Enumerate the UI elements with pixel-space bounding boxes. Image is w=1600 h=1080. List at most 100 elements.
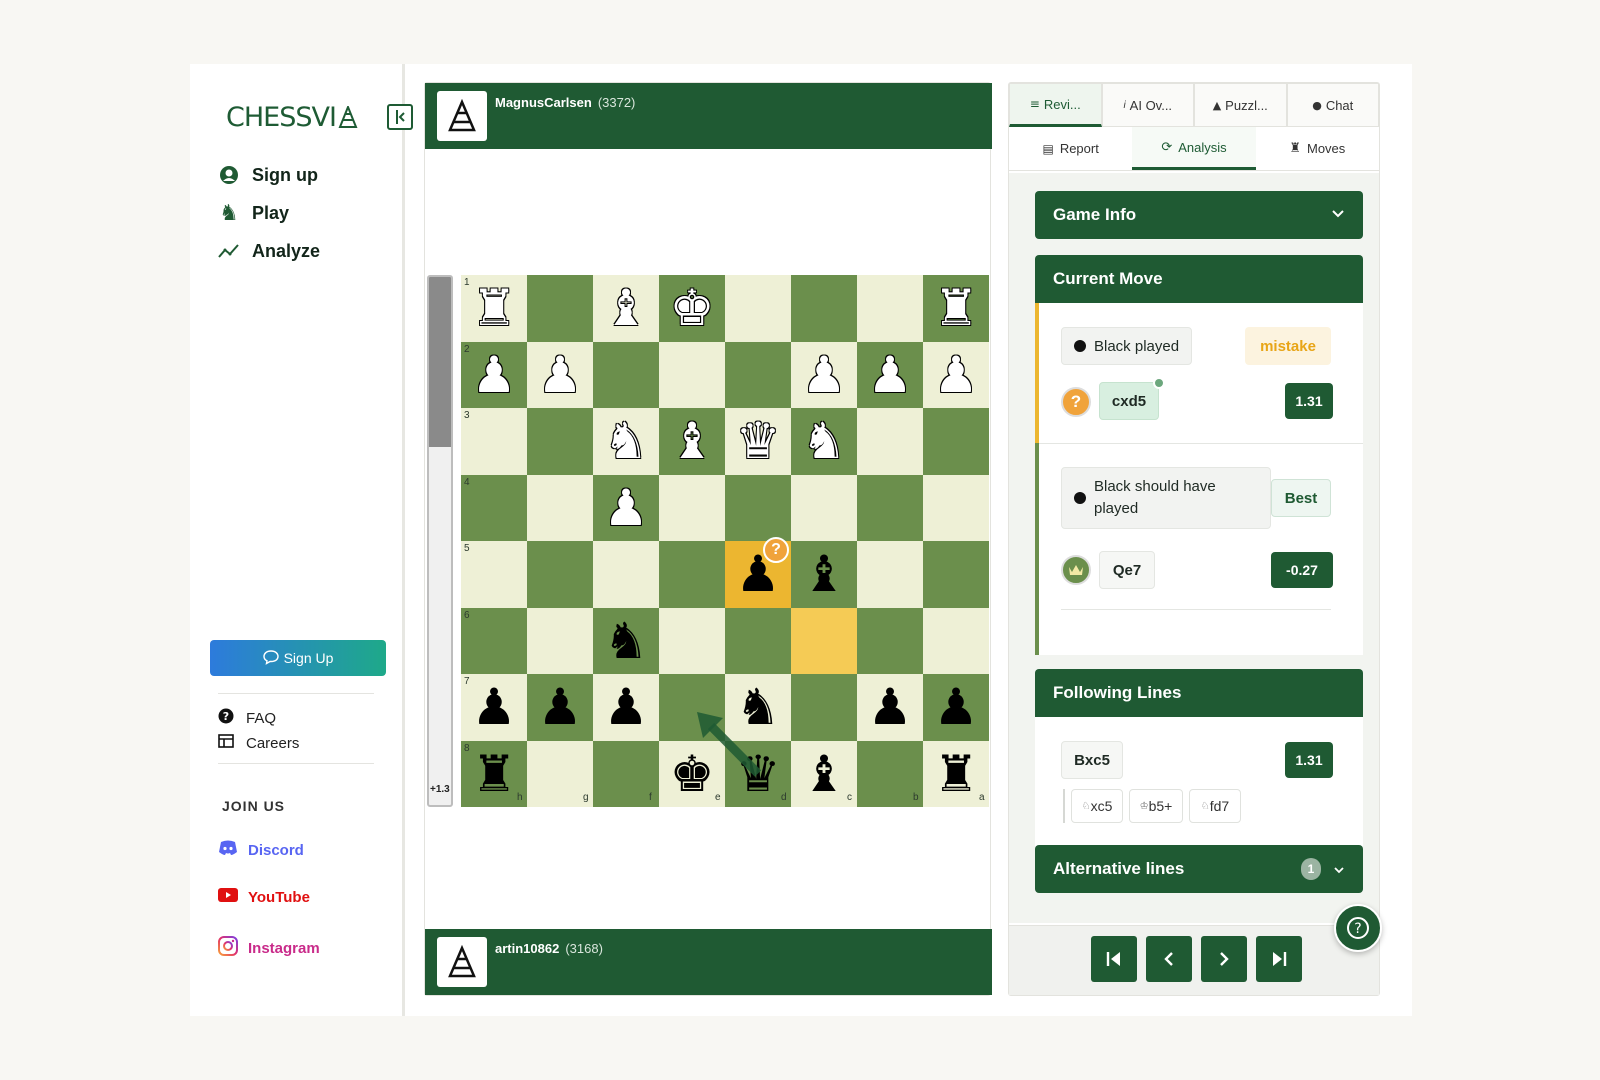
white-knight-icon[interactable]: ♞ [791, 408, 857, 474]
continuation-move[interactable]: ♘ fd7 [1189, 789, 1241, 823]
board-square-c6[interactable] [791, 607, 857, 674]
nav-signup[interactable]: Sign up [218, 164, 318, 186]
following-main-move[interactable]: Bxc5 [1061, 741, 1123, 779]
youtube-link[interactable]: YouTube [218, 888, 310, 906]
board-square-b1[interactable] [857, 275, 923, 342]
first-move-button[interactable] [1091, 936, 1137, 982]
board-square-d2[interactable] [725, 341, 791, 408]
tab-chat-label: Chat [1325, 97, 1354, 113]
board-square-d4[interactable] [725, 474, 791, 541]
board-square-h5[interactable] [461, 541, 527, 608]
analysis-content[interactable]: Game Info Current Move Black played mist… [1009, 173, 1379, 923]
black-pawn-icon[interactable]: ♟ [857, 674, 923, 740]
board-square-d6[interactable] [725, 607, 791, 674]
help-button[interactable]: ? [1334, 904, 1382, 952]
black-pawn-icon[interactable]: ♟ [527, 674, 593, 740]
faq-link[interactable]: ? FAQ [218, 708, 276, 728]
board-square-f5[interactable] [593, 541, 659, 608]
instagram-link[interactable]: Instagram [218, 936, 320, 960]
board-square-g1[interactable] [527, 275, 593, 342]
black-pawn-icon[interactable]: ♟ [461, 674, 527, 740]
board-square-e6[interactable] [659, 607, 725, 674]
tab-ai-overview[interactable]: i AI Ov... [1101, 83, 1194, 127]
black-bishop-icon[interactable]: ♝ [791, 541, 857, 607]
board-square-a6[interactable] [923, 607, 989, 674]
tab-puzzles[interactable]: ▲ Puzzl... [1194, 83, 1287, 127]
continuation-move[interactable]: ♘ xc5 [1071, 789, 1123, 823]
player-name[interactable]: MagnusCarlsen (3372) [495, 95, 635, 110]
best-move[interactable]: Qe7 [1099, 551, 1155, 589]
white-pawn-icon[interactable]: ♟ [923, 342, 989, 408]
black-queen-icon[interactable]: ♛ [725, 741, 791, 807]
board-square-e2[interactable] [659, 341, 725, 408]
white-bishop-icon[interactable]: ♝ [593, 275, 659, 341]
black-pawn-icon[interactable]: ♟ [923, 674, 989, 740]
board-square-a4[interactable] [923, 474, 989, 541]
sidebar-signup-button[interactable]: Sign Up [210, 640, 386, 676]
board-square-h6[interactable] [461, 607, 527, 674]
alternative-lines-header[interactable]: Alternative lines 1 [1035, 845, 1363, 893]
board-square-b4[interactable] [857, 474, 923, 541]
board-square-f2[interactable] [593, 341, 659, 408]
next-move-button[interactable] [1201, 936, 1247, 982]
board-square-b6[interactable] [857, 607, 923, 674]
discord-link[interactable]: Discord [218, 840, 304, 860]
white-rook-icon[interactable]: ♜ [923, 275, 989, 341]
black-bishop-icon[interactable]: ♝ [791, 741, 857, 807]
board-square-c4[interactable] [791, 474, 857, 541]
black-rook-icon[interactable]: ♜ [461, 741, 527, 807]
white-pawn-icon[interactable]: ♟ [593, 475, 659, 541]
white-pawn-icon[interactable]: ♟ [857, 342, 923, 408]
avatar[interactable] [437, 91, 487, 141]
played-move[interactable]: cxd5 [1099, 382, 1159, 420]
collapse-sidebar-button[interactable] [387, 104, 413, 130]
black-knight-icon[interactable]: ♞ [725, 674, 791, 740]
board-square-g5[interactable] [527, 541, 593, 608]
game-info-header[interactable]: Game Info [1035, 191, 1363, 239]
nav-analyze[interactable]: Analyze [218, 240, 320, 262]
player-name[interactable]: artin10862 (3168) [495, 941, 603, 956]
board-square-b5[interactable] [857, 541, 923, 608]
white-pawn-icon[interactable]: ♟ [791, 342, 857, 408]
white-pawn-icon[interactable]: ♟ [527, 342, 593, 408]
board-square-h3[interactable] [461, 408, 527, 475]
board-square-g4[interactable] [527, 474, 593, 541]
white-queen-icon[interactable]: ♛ [725, 408, 791, 474]
black-king-icon[interactable]: ♚ [659, 741, 725, 807]
tab-moves[interactable]: ♜ Moves [1256, 127, 1379, 170]
board-square-g3[interactable] [527, 408, 593, 475]
white-king-icon[interactable]: ♚ [659, 275, 725, 341]
avatar[interactable] [437, 937, 487, 987]
white-bishop-icon[interactable]: ♝ [659, 408, 725, 474]
brand-logo[interactable]: CHESSVI [226, 102, 359, 133]
previous-move-button[interactable] [1146, 936, 1192, 982]
board-square-e4[interactable] [659, 474, 725, 541]
board-square-d1[interactable] [725, 275, 791, 342]
chess-board[interactable]: 1 ♜ ♝ ♚ ♜ 2 ♟ ♟ ♟ ♟ ♟ 3 ♞ ♝ ♛ ♞ 4 ♟ 5 ♟ ♝ 6 ♞ 7 ♟ ♟ ♟ ♞ ♟ ♟ 8 h ♜ g f e ♚ d ♛ c… [461, 275, 990, 807]
tab-report[interactable]: ▤ Report [1009, 127, 1132, 170]
board-square-c7[interactable] [791, 674, 857, 741]
black-knight-icon[interactable]: ♞ [593, 608, 659, 674]
report-icon: ▤ [1042, 141, 1054, 156]
bottom-player-rating: (3168) [565, 941, 603, 956]
last-move-button[interactable] [1256, 936, 1302, 982]
black-rook-icon[interactable]: ♜ [923, 741, 989, 807]
board-square-e5[interactable] [659, 541, 725, 608]
board-square-e7[interactable] [659, 674, 725, 741]
board-square-c1[interactable] [791, 275, 857, 342]
board-square-a3[interactable] [923, 408, 989, 475]
board-square-b3[interactable] [857, 408, 923, 475]
board-square-g6[interactable] [527, 607, 593, 674]
nav-play[interactable]: ♞ Play [218, 201, 289, 226]
white-rook-icon[interactable]: ♜ [461, 275, 527, 341]
careers-link[interactable]: Careers [218, 734, 299, 752]
continuation-move[interactable]: ♔ b5+ [1129, 789, 1183, 823]
board-square-a5[interactable] [923, 541, 989, 608]
black-pawn-icon[interactable]: ♟ [593, 674, 659, 740]
board-square-h4[interactable] [461, 474, 527, 541]
tab-chat[interactable]: ● Chat [1286, 83, 1379, 127]
white-pawn-icon[interactable]: ♟ [461, 342, 527, 408]
white-knight-icon[interactable]: ♞ [593, 408, 659, 474]
tab-analysis[interactable]: ⟳ Analysis [1132, 127, 1256, 170]
tab-review[interactable]: ≡ Revi... [1009, 83, 1102, 127]
